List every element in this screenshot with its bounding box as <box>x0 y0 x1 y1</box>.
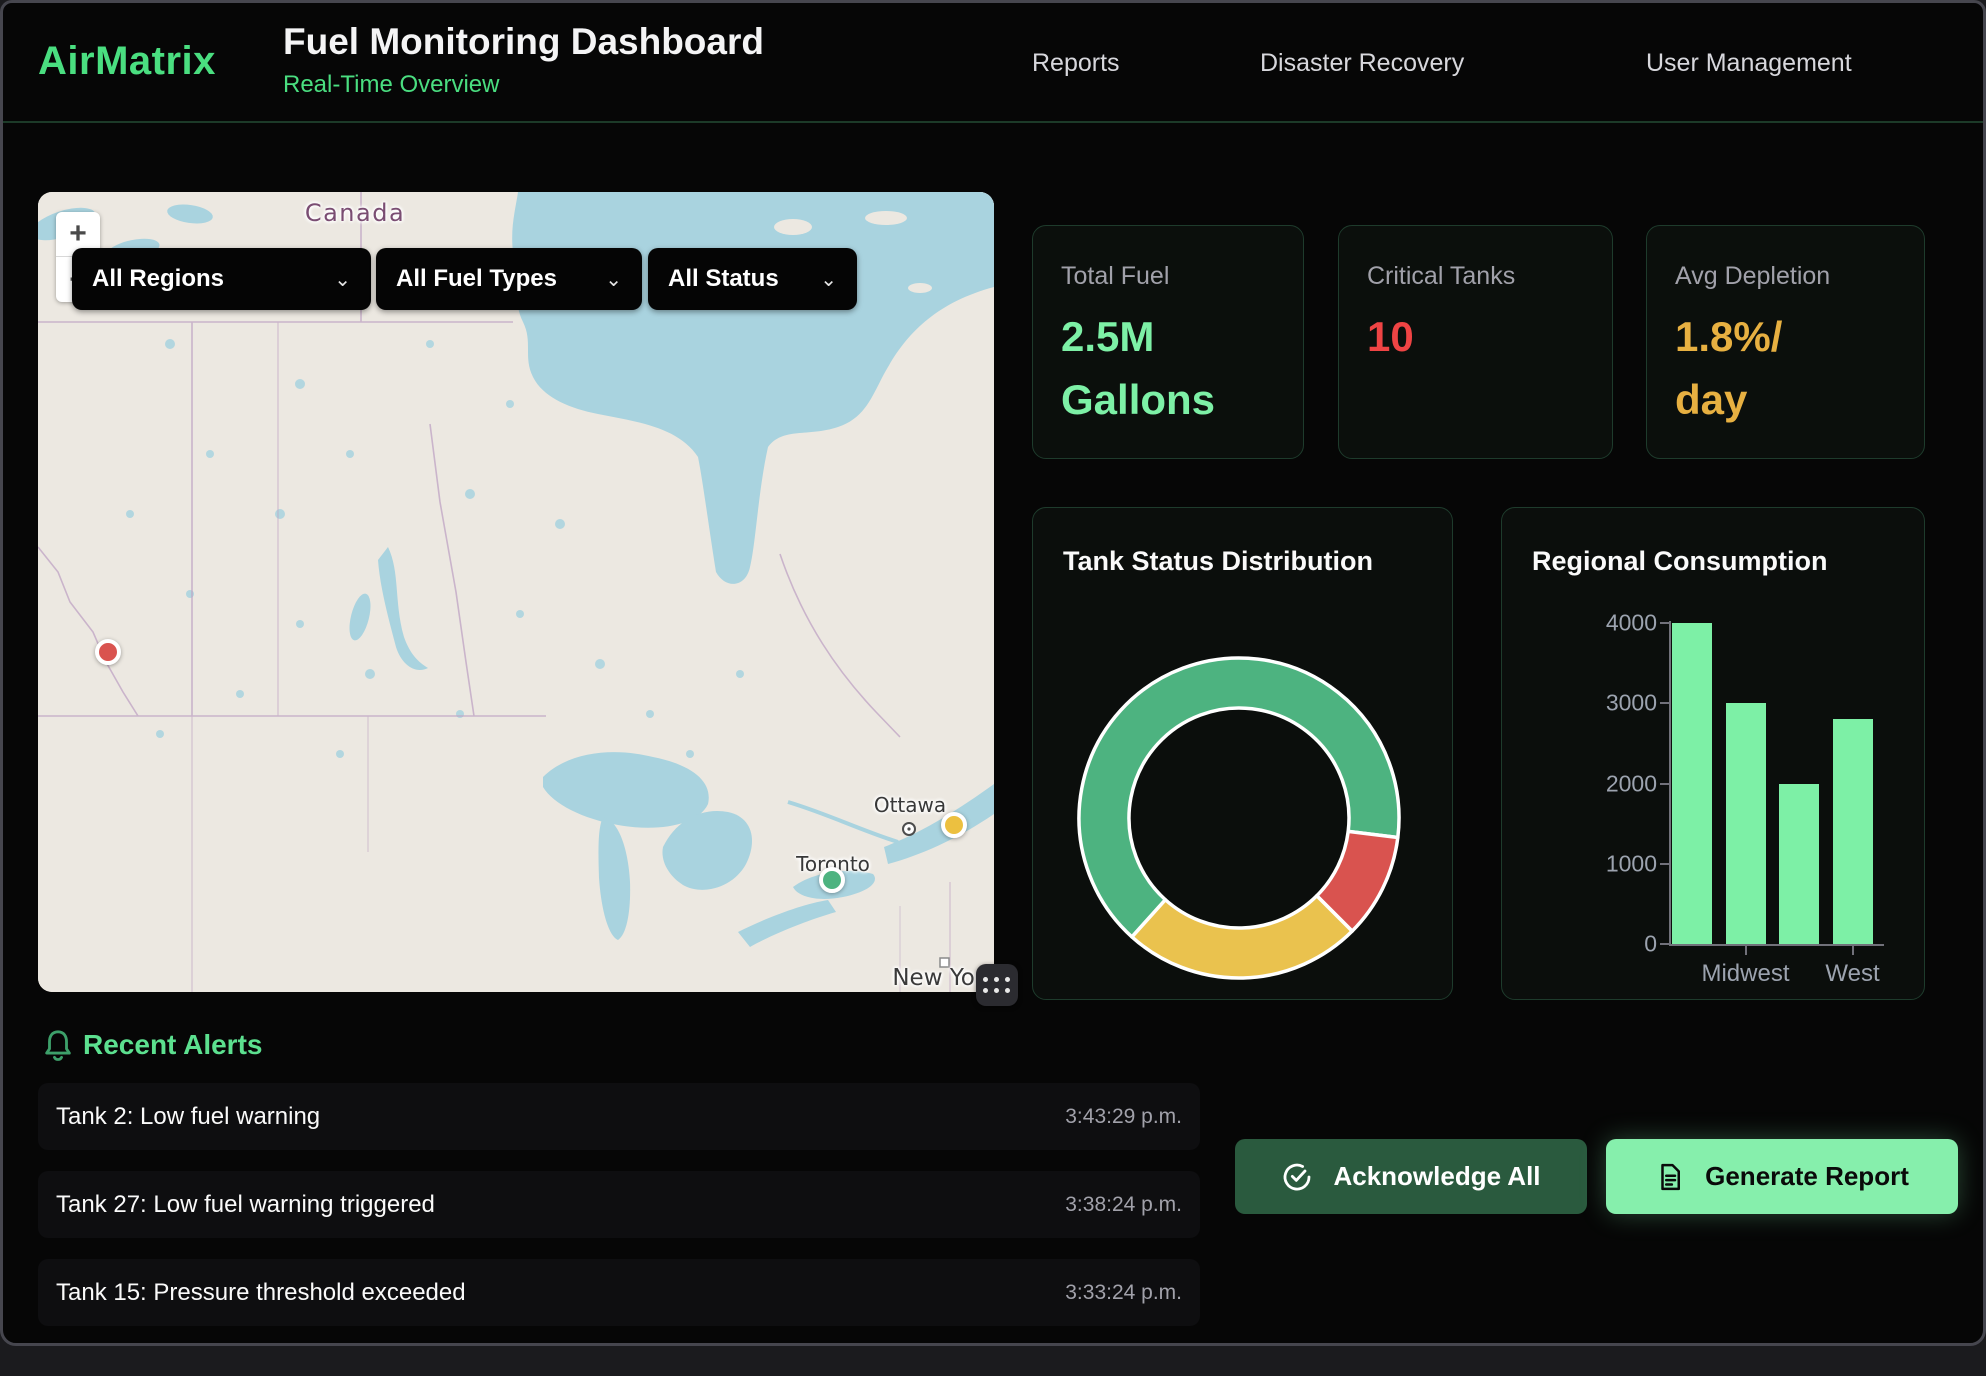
alert-row: Tank 15: Pressure threshold exceeded 3:3… <box>38 1259 1200 1326</box>
alert-message: Tank 2: Low fuel warning <box>56 1103 320 1131</box>
bar-0 <box>1672 623 1712 944</box>
alerts-section-title: Recent Alerts <box>83 1029 262 1061</box>
x-tick-mark <box>1852 946 1854 955</box>
document-icon <box>1655 1162 1685 1192</box>
map-panel: Canada Ottawa Toronto New York + − All R… <box>38 192 994 992</box>
generate-report-label: Generate Report <box>1705 1161 1909 1192</box>
chevron-down-icon: ⌄ <box>310 267 351 292</box>
x-tick-mark <box>1745 946 1747 955</box>
tank-marker-normal[interactable] <box>819 867 845 893</box>
city-dot-ottawa <box>903 823 915 835</box>
kpi-avg-depletion: Avg Depletion 1.8%/day <box>1646 225 1925 459</box>
chevron-down-icon: ⌄ <box>581 267 622 292</box>
y-tick-label: 4000 <box>1537 610 1657 637</box>
bell-icon <box>41 1027 75 1065</box>
y-tick-label: 3000 <box>1537 690 1657 717</box>
kpi-value: 2.5MGallons <box>1061 305 1275 431</box>
y-tick-mark <box>1660 702 1669 704</box>
filter-status-select[interactable]: All Status ⌄ <box>648 248 857 310</box>
tank-marker-warning[interactable] <box>941 812 967 838</box>
kpi-critical-tanks: Critical Tanks 10 <box>1338 225 1613 459</box>
y-tick-mark <box>1660 943 1669 945</box>
y-tick-label: 1000 <box>1537 850 1657 877</box>
y-tick-label: 0 <box>1537 931 1657 958</box>
x-tick-label: West <box>1825 960 1879 988</box>
filter-regions-value: All Regions <box>92 265 224 293</box>
y-axis-line <box>1669 621 1671 944</box>
filter-fuel-types-select[interactable]: All Fuel Types ⌄ <box>376 248 642 310</box>
bar-2 <box>1779 784 1819 945</box>
y-tick-mark <box>1660 863 1669 865</box>
alert-message: Tank 15: Pressure threshold exceeded <box>56 1279 466 1307</box>
bar-1 <box>1726 703 1766 944</box>
dashboard-root: AirMatrix Fuel Monitoring Dashboard Real… <box>0 0 1986 1346</box>
tank-status-panel: Tank Status Distribution <box>1032 507 1453 1000</box>
y-tick-label: 2000 <box>1537 770 1657 797</box>
chevron-down-icon: ⌄ <box>796 267 837 292</box>
page-subtitle: Real-Time Overview <box>283 71 764 99</box>
alert-timestamp: 3:43:29 p.m. <box>1065 1105 1182 1129</box>
title-block: Fuel Monitoring Dashboard Real-Time Over… <box>283 21 764 99</box>
regional-consumption-bar-chart: 0 1000 2000 3000 4000 Midwest West <box>1502 508 1924 999</box>
alert-row: Tank 2: Low fuel warning 3:43:29 p.m. <box>38 1083 1200 1150</box>
circle-check-icon <box>1281 1161 1313 1193</box>
y-tick-mark <box>1660 622 1669 624</box>
tank-marker-critical[interactable] <box>95 639 121 665</box>
brand-logo: AirMatrix <box>38 39 216 84</box>
kpi-value: 1.8%/day <box>1675 305 1896 431</box>
bar-3 <box>1833 719 1873 944</box>
kpi-label: Avg Depletion <box>1675 262 1896 291</box>
x-tick-label: Midwest <box>1701 960 1789 988</box>
alert-timestamp: 3:33:24 p.m. <box>1065 1281 1182 1305</box>
alert-message: Tank 27: Low fuel warning triggered <box>56 1191 435 1219</box>
alert-timestamp: 3:38:24 p.m. <box>1065 1193 1182 1217</box>
alert-row: Tank 27: Low fuel warning triggered 3:38… <box>38 1171 1200 1238</box>
nav-reports[interactable]: Reports <box>1032 49 1120 78</box>
y-tick-mark <box>1660 783 1669 785</box>
tank-status-donut-chart <box>1033 508 1454 1001</box>
filter-regions-select[interactable]: All Regions ⌄ <box>72 248 371 310</box>
kpi-label: Critical Tanks <box>1367 262 1584 291</box>
kpi-value: 10 <box>1367 305 1584 368</box>
filter-fuel-types-value: All Fuel Types <box>396 265 557 293</box>
nav-disaster-recovery[interactable]: Disaster Recovery <box>1260 49 1464 78</box>
acknowledge-all-button[interactable]: Acknowledge All <box>1235 1139 1587 1214</box>
generate-report-button[interactable]: Generate Report <box>1606 1139 1958 1214</box>
kpi-total-fuel: Total Fuel 2.5MGallons <box>1032 225 1304 459</box>
nav-user-management[interactable]: User Management <box>1646 49 1852 78</box>
top-bar: AirMatrix Fuel Monitoring Dashboard Real… <box>3 3 1983 123</box>
drag-handle-icon[interactable] <box>976 964 1018 1006</box>
acknowledge-all-label: Acknowledge All <box>1333 1161 1540 1192</box>
map-label-canada: Canada <box>305 199 405 227</box>
map-label-ottawa: Ottawa <box>874 793 946 817</box>
donut-segment-warning <box>1132 896 1352 978</box>
regional-consumption-panel: Regional Consumption 01000200030004000Mi… <box>1501 507 1925 1000</box>
filter-status-value: All Status <box>668 265 779 293</box>
page-title: Fuel Monitoring Dashboard <box>283 21 764 63</box>
kpi-label: Total Fuel <box>1061 262 1275 291</box>
